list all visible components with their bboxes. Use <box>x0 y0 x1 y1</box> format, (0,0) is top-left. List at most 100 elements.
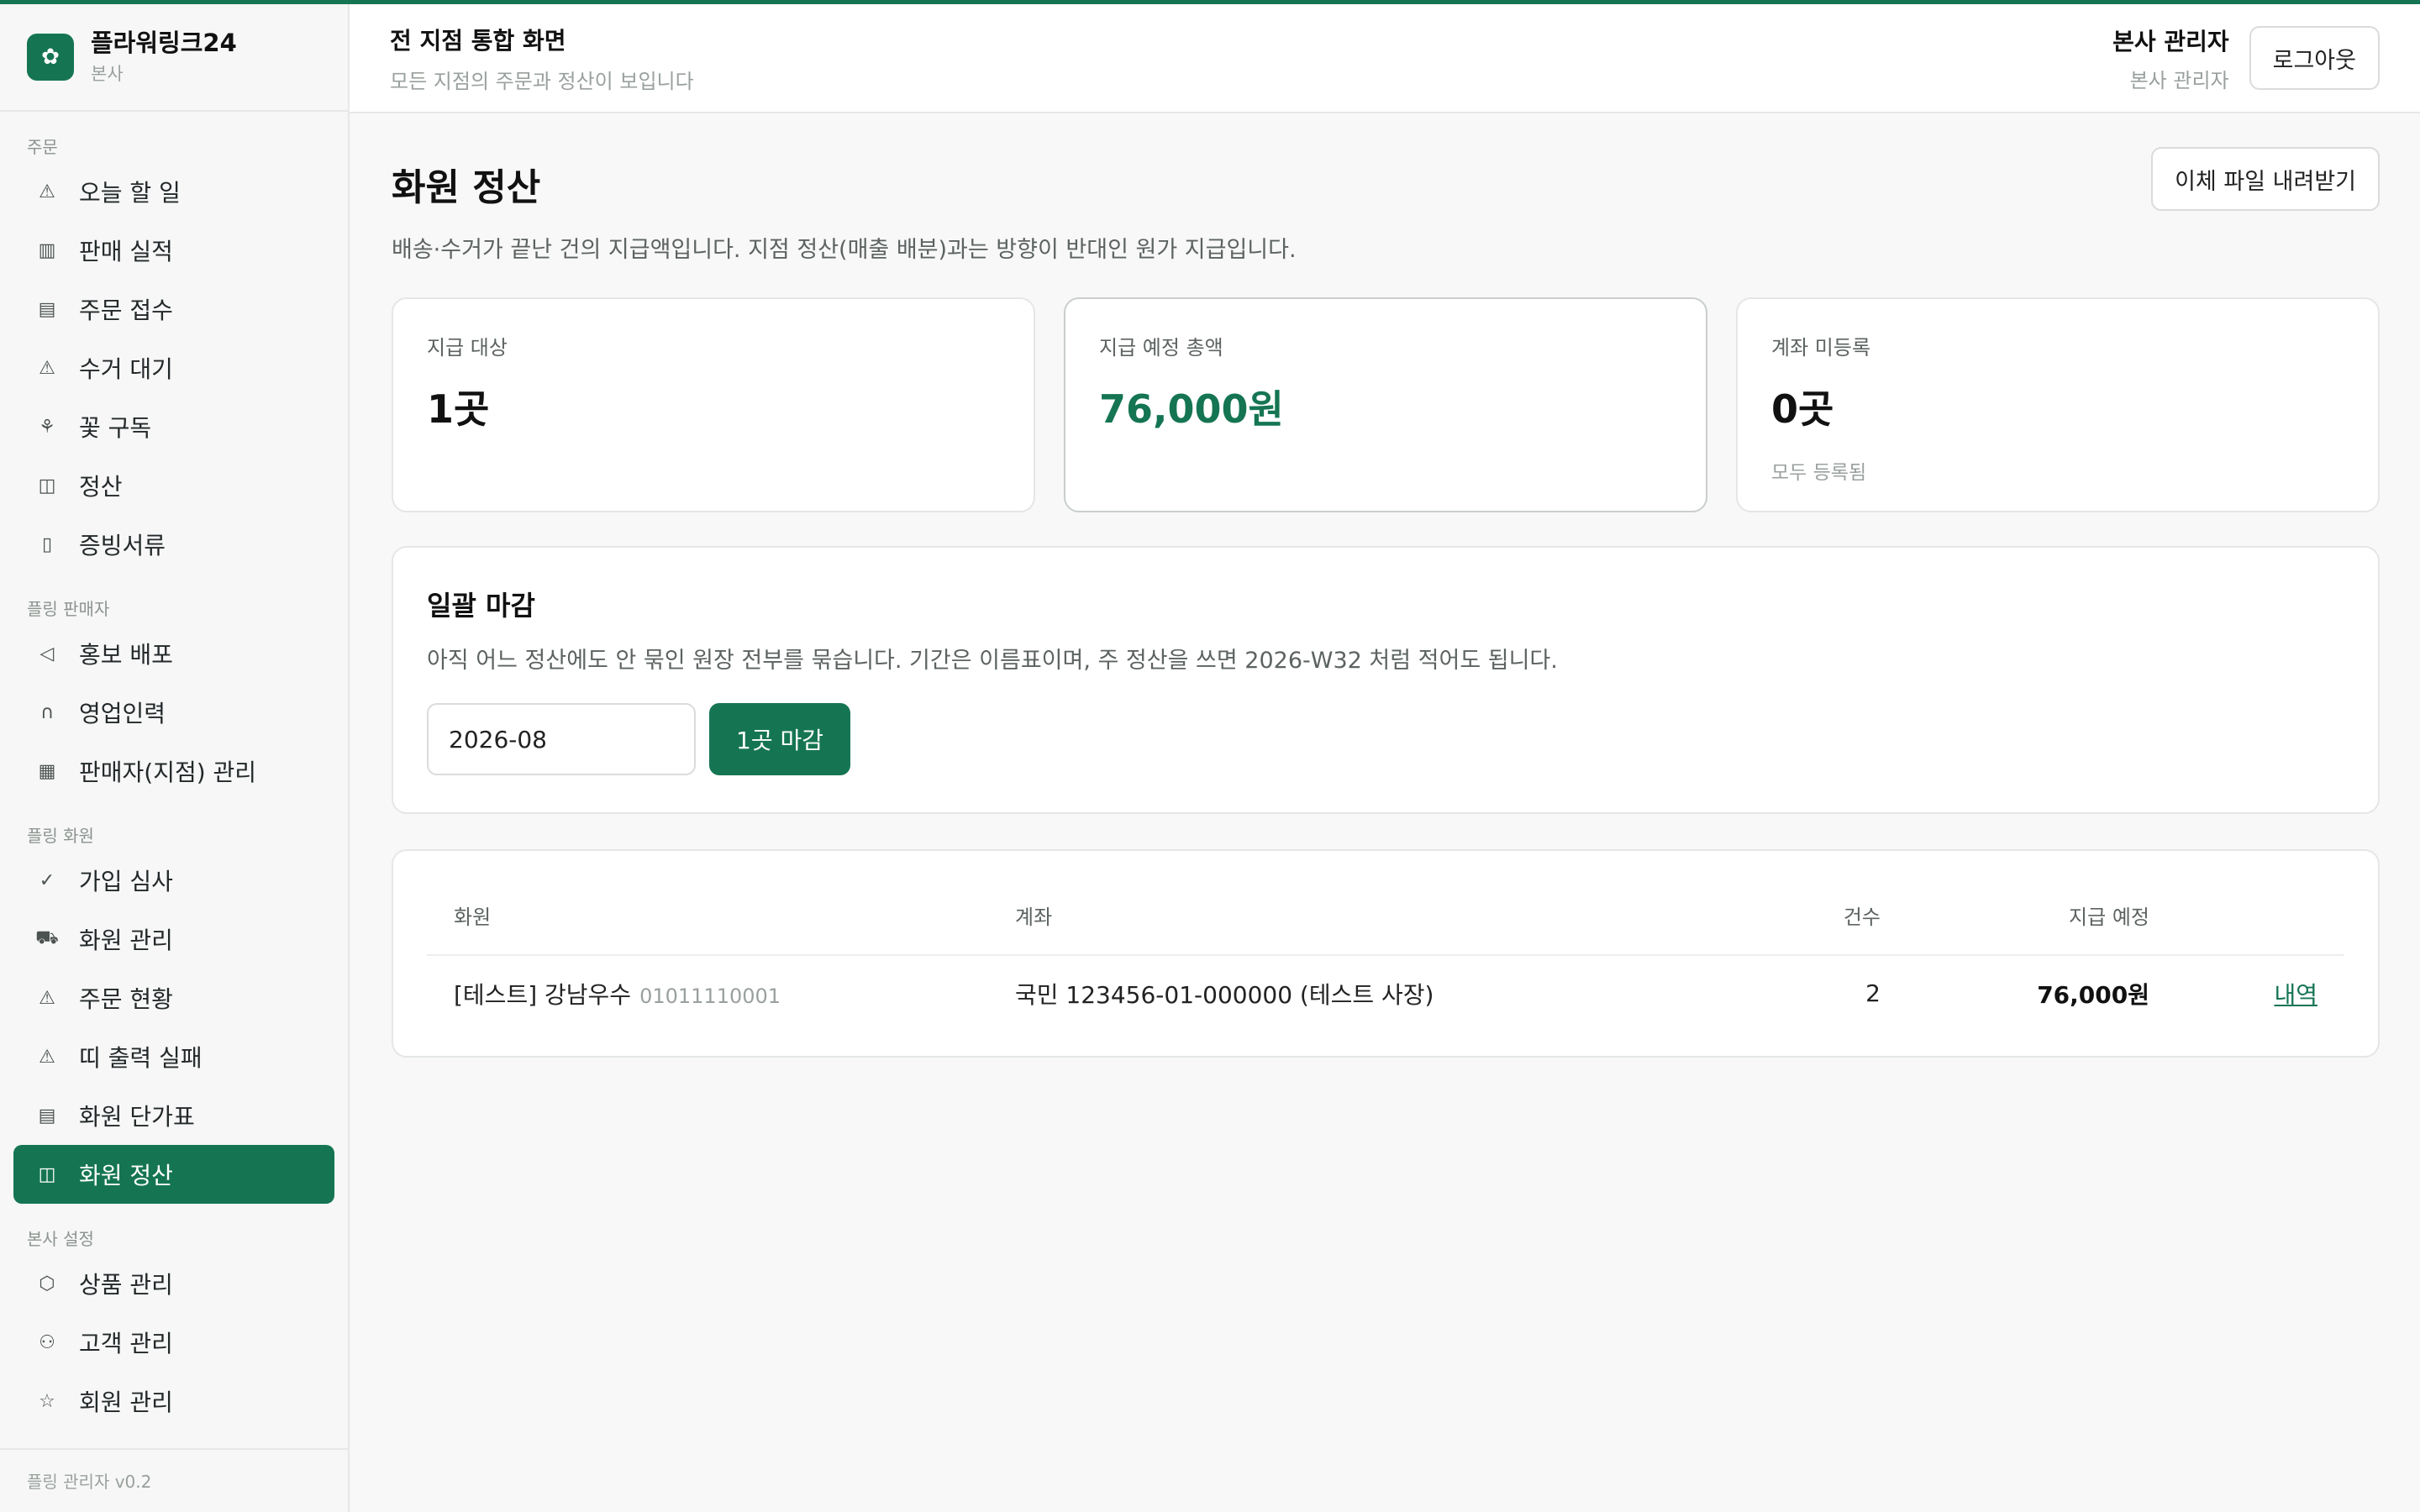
sidebar-nav: 주문 ⚠ 오늘 할 일 ▥ 판매 실적 ▤ 주문 접수 ⚠ 수거 대기 ⚘ 꽃 구독 ◫ 정산 ▯ 증빙서류… <box>0 132 348 1431</box>
card-label: 지급 예정 총액 <box>1099 336 1223 360</box>
batch-close-title: 일괄 마감 <box>427 590 535 622</box>
column-header-count: 건수 <box>1754 876 1881 956</box>
sidebar-item[interactable]: ◁ 홍보 배포 <box>13 624 334 683</box>
sidebar-item-label: 가입 심사 <box>79 868 173 895</box>
column-header-actions <box>2149 876 2344 956</box>
batch-close-panel: 일괄 마감 아직 어느 정산에도 안 묶인 원장 전부를 묶습니다. 기간은 이… <box>392 546 2380 814</box>
sidebar-item[interactable]: ✓ 가입 심사 <box>13 851 334 910</box>
logout-button[interactable]: 로그아웃 <box>2249 26 2380 90</box>
member-id: 01011110001 <box>639 984 781 1008</box>
warning-icon: ⚠ <box>39 357 55 379</box>
settlement-table: 화원 계좌 건수 지급 예정 [테스트] 강남우수 01011110001 국민 … <box>427 876 2344 1031</box>
download-transfer-file-button[interactable]: 이체 파일 내려받기 <box>2151 147 2380 211</box>
card-value: 76,000원 <box>1099 386 1284 432</box>
member-name: [테스트] 강남우수 <box>454 980 632 1009</box>
details-link[interactable]: 내역 <box>2274 981 2317 1009</box>
sidebar-item-label: 회원 관리 <box>79 1389 173 1416</box>
nav-section-label: 플링 판매자 <box>27 599 110 619</box>
nav-section-label: 주문 <box>27 137 58 157</box>
sidebar-item[interactable]: ⛟ 화원 관리 <box>13 910 334 969</box>
card-payout-targets: 지급 대상 1곳 <box>392 297 1035 512</box>
column-header-member: 화원 <box>427 876 1015 956</box>
sidebar-item[interactable]: ⚠ 주문 현황 <box>13 969 334 1027</box>
sidebar-item[interactable]: ▯ 증빙서류 <box>13 515 334 574</box>
warning-icon: ⚠ <box>39 987 55 1009</box>
user-info: 본사 관리자 본사 관리자 <box>2112 24 2229 93</box>
warning-icon: ⚠ <box>39 1046 55 1068</box>
card-total-payout: 지급 예정 총액 76,000원 <box>1064 297 1707 512</box>
summary-cards: 지급 대상 1곳 지급 예정 총액 76,000원 계좌 미등록 0곳 모두 등… <box>392 297 2380 512</box>
payout-amount-cell: 76,000원 <box>2037 980 2149 1009</box>
flower-icon: ⚘ <box>39 416 55 438</box>
actions-cell: 내역 <box>2149 955 2344 1031</box>
sidebar-item-label: 상품 관리 <box>79 1271 173 1299</box>
sidebar-item[interactable]: ▦ 판매자(지점) 관리 <box>13 742 334 801</box>
wallet-icon: ◫ <box>38 475 56 496</box>
page-title: 화원 정산 <box>392 166 541 209</box>
sidebar-item[interactable]: ▥ 판매 실적 <box>13 221 334 280</box>
main-content: 화원 정산 배송·수거가 끝난 건의 지급액입니다. 지점 정산(매출 배분)과… <box>392 147 2380 1058</box>
sidebar-item-label: 오늘 할 일 <box>79 179 181 207</box>
sidebar-item[interactable]: ⚠ 띠 출력 실패 <box>13 1027 334 1086</box>
document-icon: ▯ <box>41 533 53 555</box>
card-label: 지급 대상 <box>427 336 508 360</box>
column-header-payout: 지급 예정 <box>1881 876 2149 956</box>
card-value: 1곳 <box>427 386 490 432</box>
count-cell: 2 <box>1865 979 1881 1007</box>
sidebar-item-label: 주문 현황 <box>79 985 173 1013</box>
sidebar-item-label: 수거 대기 <box>79 355 173 383</box>
user-name: 본사 관리자 <box>2112 27 2229 55</box>
sidebar-item-label: 판매 실적 <box>79 238 173 265</box>
sidebar-item[interactable]: ☆ 회원 관리 <box>13 1372 334 1431</box>
store-icon: ▦ <box>38 760 56 782</box>
sidebar-item[interactable]: ◫ 정산 <box>13 456 334 515</box>
column-header-account: 계좌 <box>1015 876 1754 956</box>
sidebar-item-label: 고객 관리 <box>79 1330 173 1357</box>
sidebar-item-label: 정산 <box>79 473 123 501</box>
star-icon: ☆ <box>39 1390 55 1412</box>
nav-section-label: 본사 설정 <box>27 1229 94 1249</box>
member-cell: [테스트] 강남우수 01011110001 <box>427 955 1015 1031</box>
sidebar-item[interactable]: ▤ 화원 단가표 <box>13 1086 334 1145</box>
sidebar-item[interactable]: ◫ 화원 정산 <box>13 1145 334 1204</box>
page-description: 배송·수거가 끝난 건의 지급액입니다. 지점 정산(매출 배분)과는 방향이 … <box>392 237 1297 263</box>
user-icon: ⚇ <box>39 1331 55 1353</box>
headset-icon: ∩ <box>39 701 55 723</box>
sidebar-item-label: 화원 정산 <box>79 1162 173 1189</box>
bar-chart-icon: ▥ <box>38 239 56 261</box>
card-label: 계좌 미등록 <box>1771 336 1871 360</box>
card-unregistered-accounts: 계좌 미등록 0곳 모두 등록됨 <box>1736 297 2380 512</box>
sidebar-item[interactable]: ⬡ 상품 관리 <box>13 1254 334 1313</box>
brand-logo-icon: ✿ <box>27 34 74 81</box>
brand-name: 플라워링크24 <box>91 28 237 57</box>
truck-icon: ⛟ <box>35 927 59 948</box>
sidebar-item[interactable]: ⚇ 고객 관리 <box>13 1313 334 1372</box>
table-header-row: 화원 계좌 건수 지급 예정 <box>427 876 2344 956</box>
receipt-icon: ▤ <box>38 298 56 320</box>
check-icon: ✓ <box>39 869 55 891</box>
sidebar: ✿ 플라워링크24 본사 주문 ⚠ 오늘 할 일 ▥ 판매 실적 ▤ 주문 접수 ⚠ 수거 대기… <box>0 4 350 1512</box>
sidebar-item-label: 판매자(지점) 관리 <box>79 759 257 786</box>
batch-close-button[interactable]: 1곳 마감 <box>709 703 850 775</box>
header-subtitle: 모든 지점의 주문과 정산이 보입니다 <box>390 69 694 93</box>
sidebar-item-label: 띠 출력 실패 <box>79 1044 203 1072</box>
receipt-icon: ▤ <box>38 1105 56 1126</box>
period-input[interactable] <box>427 703 696 775</box>
sidebar-item-label: 홍보 배포 <box>79 641 173 669</box>
user-role: 본사 관리자 <box>2129 68 2229 92</box>
sidebar-item-label: 꽃 구독 <box>79 414 152 442</box>
brand[interactable]: ✿ 플라워링크24 본사 <box>0 4 348 112</box>
batch-close-description: 아직 어느 정산에도 안 묶인 원장 전부를 묶습니다. 기간은 이름표이며, … <box>427 648 1558 674</box>
sidebar-item[interactable]: ⚠ 수거 대기 <box>13 339 334 397</box>
sidebar-item[interactable]: ∩ 영업인력 <box>13 683 334 742</box>
sidebar-item[interactable]: ▤ 주문 접수 <box>13 280 334 339</box>
account-cell: 국민 123456-01-000000 (테스트 사장) <box>1015 980 1434 1009</box>
brand-sub: 본사 <box>91 64 124 85</box>
card-note: 모두 등록됨 <box>1771 462 1867 484</box>
wallet-icon: ◫ <box>38 1163 56 1185</box>
header-title: 전 지점 통합 화면 <box>390 26 566 55</box>
card-value: 0곳 <box>1771 386 1834 432</box>
sidebar-item[interactable]: ⚠ 오늘 할 일 <box>13 162 334 221</box>
sidebar-footer-version: 플링 관리자 v0.2 <box>0 1448 348 1512</box>
sidebar-item[interactable]: ⚘ 꽃 구독 <box>13 397 334 456</box>
